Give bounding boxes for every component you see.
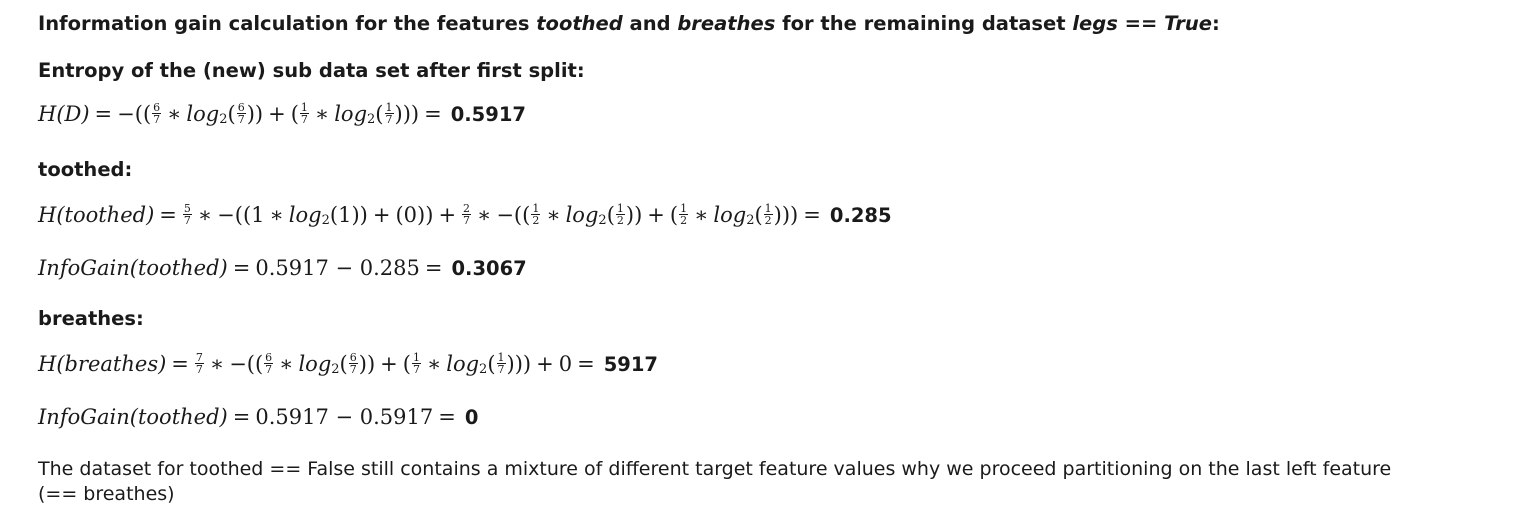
- formula-result: 0.3067: [451, 256, 527, 280]
- heading-suffix: :: [1212, 12, 1220, 35]
- formula-lhs: InfoGain(toothed): [38, 405, 228, 429]
- formula-lhs: H(breathes): [38, 352, 167, 376]
- section-heading: Information gain calculation for the fea…: [38, 12, 1220, 35]
- heading-text-and: and: [622, 12, 678, 35]
- entropy-label: Entropy of the (new) sub data set after …: [38, 59, 585, 82]
- toothed-entropy-formula: H(toothed) = 5 7 ∗ −((1 ∗ log 2(1)) +(0)) +2 7 ∗ −((…: [38, 201, 892, 228]
- conclusion-paragraph: The dataset for toothed == False still c…: [38, 458, 1392, 505]
- infogain-toothed-formula: InfoGain(toothed) = 0.5917 − 0.285 = 0.3067: [38, 256, 527, 280]
- toothed-label: toothed:: [38, 158, 133, 181]
- formula-lhs: H(toothed): [38, 203, 155, 227]
- heading-condition-val: True: [1164, 12, 1213, 35]
- heading-condition-var: legs: [1072, 12, 1118, 35]
- document-page: Information gain calculation for the fea…: [0, 0, 1536, 531]
- formula-expression: 0.5917 − 0.285: [255, 256, 420, 280]
- formula-lhs: InfoGain(toothed): [38, 256, 228, 280]
- breathes-entropy-formula: H(breathes) = 7 7 ∗ −((6 7 ∗ log 2(6 7)) +(1 7 ∗ log 2…: [38, 350, 658, 377]
- formula-result: 5917: [603, 352, 658, 376]
- breathes-label: breathes:: [38, 307, 144, 330]
- heading-text-middle: for the remaining dataset: [775, 12, 1073, 35]
- formula-result: 0.285: [829, 203, 892, 227]
- heading-text: Information gain calculation for the fea…: [38, 12, 537, 35]
- formula-result: 0.5917: [450, 102, 526, 126]
- formula-expression: 0.5917 − 0.5917: [255, 405, 434, 429]
- heading-feature-breathes: breathes: [677, 12, 776, 35]
- heading-feature-toothed: toothed: [536, 12, 623, 35]
- infogain-breathes-formula: InfoGain(toothed) = 0.5917 − 0.5917 = 0: [38, 405, 479, 429]
- formula-result: 0: [464, 405, 479, 429]
- entropy-formula: H(D) = −((6 7 ∗ log 2(6 7)) +(1 7 ∗ log 2(1 7))) = 0.5…: [38, 100, 526, 127]
- formula-lhs: H(D): [38, 102, 90, 126]
- heading-condition-op: ==: [1117, 12, 1165, 35]
- fraction: 67: [152, 100, 162, 126]
